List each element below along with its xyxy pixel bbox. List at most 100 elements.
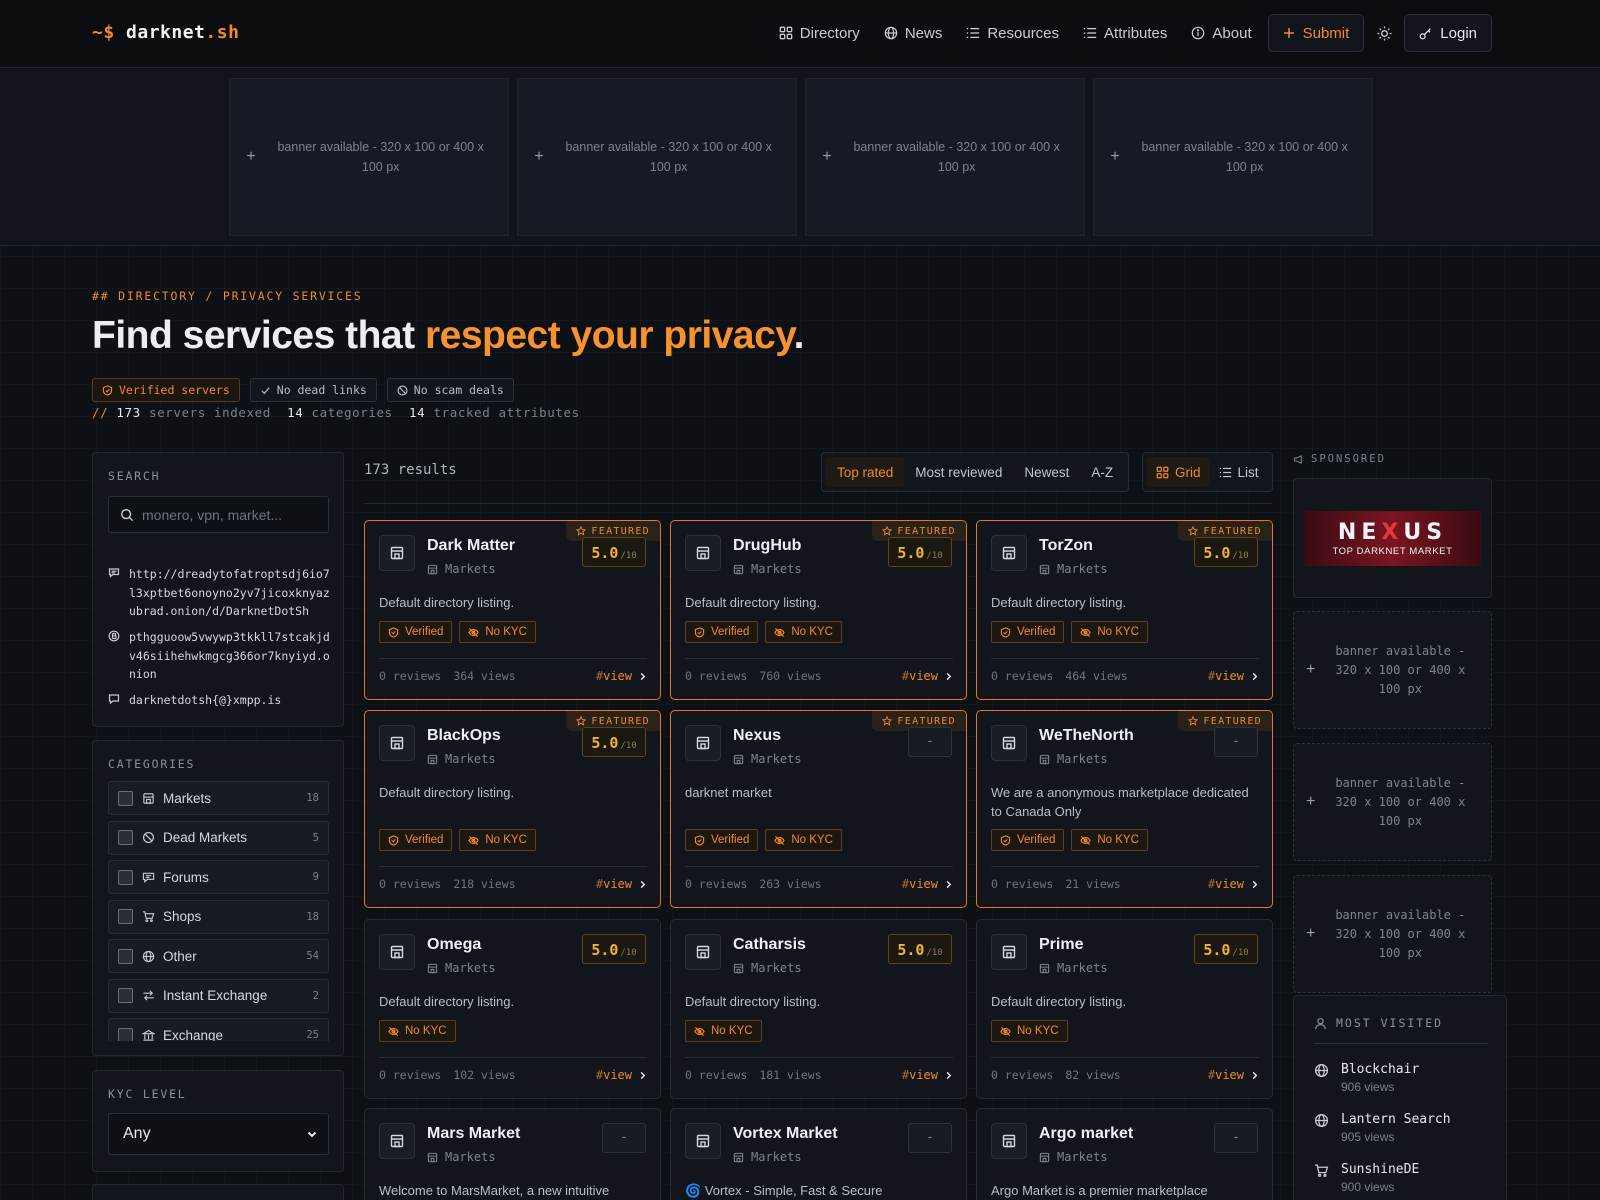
listing-card[interactable]: FEATURED DrugHub Markets 5.0/10 Default dire… [670,520,967,700]
category-checkbox[interactable] [118,869,133,885]
search-input[interactable] [142,506,322,523]
listing-title[interactable]: Catharsis [733,936,806,954]
listing-card[interactable]: Mars Market Markets - Welcome to MarsMarket… [364,1108,661,1200]
sort-a-z[interactable]: A-Z [1080,457,1124,487]
top-banner-slot[interactable]: + banner available - 320 x 100 or 400 x … [805,78,1085,236]
category-instant-exchange[interactable]: Instant Exchange 2 [108,978,329,1013]
category-checkbox[interactable] [118,1027,133,1041]
view-link[interactable]: #view [596,877,647,891]
view-link[interactable]: #view [1208,877,1259,891]
chevron-right-icon [640,1071,646,1079]
listing-category: Markets [733,961,802,975]
view-link[interactable]: #view [596,1068,647,1082]
category-checkbox[interactable] [118,790,133,806]
view-link[interactable]: #view [902,877,953,891]
site-logo[interactable]: ~$ darknet.sh [92,22,239,43]
contact-xmpp[interactable]: darknetdotsh{@}xmpp.is [108,691,333,710]
sponsored-ad-box: NEXUS TOP DARKNET MARKET [1293,478,1492,598]
listing-title[interactable]: Argo market [1039,1125,1133,1143]
most-visited-item[interactable]: SunshineDE 900 views [1314,1162,1419,1194]
sort-newest[interactable]: Newest [1013,457,1080,487]
theme-toggle-button[interactable] [1364,14,1404,52]
listing-icon [379,1123,415,1159]
sort-most-reviewed[interactable]: Most reviewed [904,457,1013,487]
category-dead-markets[interactable]: Dead Markets 5 [108,820,329,855]
listing-title[interactable]: TorZon [1039,537,1093,555]
listing-card[interactable]: Catharsis Markets 5.0/10 Default directory … [670,919,967,1099]
view-link[interactable]: #view [902,669,953,683]
category-shops[interactable]: Shops 18 [108,899,329,934]
star-icon [1188,716,1199,726]
listing-description: Default directory listing. [991,994,1127,1009]
most-visited-item[interactable]: Blockchair 906 views [1314,1062,1419,1094]
nexus-ad-banner[interactable]: NEXUS TOP DARKNET MARKET [1304,511,1481,566]
view-list-button[interactable]: List [1210,457,1268,487]
side-banner-slot[interactable]: + banner available - 320 x 100 or 400 x … [1293,743,1492,861]
most-visited-item[interactable]: Lantern Search 905 views [1314,1112,1451,1144]
nav-resources[interactable]: Resources [954,14,1071,52]
listing-title[interactable]: DrugHub [733,537,801,555]
nav-attributes[interactable]: Attributes [1071,14,1179,52]
listing-card[interactable]: Vortex Market Markets - 🌀 Vortex - Simple, … [670,1108,967,1200]
listing-title[interactable]: Vortex Market [733,1125,838,1143]
listing-title[interactable]: Nexus [733,727,781,745]
shield-icon [694,626,705,638]
listing-icon [379,934,415,970]
category-markets[interactable]: Markets 18 [108,781,329,815]
cart-icon [142,911,155,923]
listing-title[interactable]: Prime [1039,936,1083,954]
view-link[interactable]: #view [596,669,647,683]
listing-card[interactable]: Omega Markets 5.0/10 Default directory list… [364,919,661,1099]
category-checkbox[interactable] [118,948,133,964]
side-banner-slot[interactable]: + banner available - 320 x 100 or 400 x … [1293,611,1492,729]
page-title: Find services that respect your privacy. [92,314,804,357]
cart-icon [1315,1164,1329,1177]
view-link[interactable]: #view [1208,1068,1259,1082]
chevron-right-icon [946,672,952,680]
category-forums[interactable]: Forums 9 [108,860,329,894]
nav-news[interactable]: News [872,14,955,52]
listing-card[interactable]: FEATURED TorZon Markets 5.0/10 Default direc… [976,520,1273,700]
category-checkbox[interactable] [118,988,133,1003]
listing-title[interactable]: Dark Matter [427,537,515,555]
contact-onion[interactable]: pthgguoow5vwywp3tkkll7stcakjdv46siihehwk… [108,628,333,684]
score-badge: - [1214,1123,1258,1153]
category-checkbox[interactable] [118,830,133,845]
listing-card[interactable]: FEATURED Nexus Markets - darknet market Verif… [670,710,967,908]
top-banner-slot[interactable]: + banner available - 320 x 100 or 400 x … [229,78,509,236]
nav-directory[interactable]: Directory [767,14,872,52]
category-checkbox[interactable] [118,909,133,924]
contact-dread[interactable]: http://dreadytofatroptsdj6io7l3xptbet6on… [108,565,333,621]
category-exchange[interactable]: Exchange 25 [108,1018,329,1041]
sort-top-rated[interactable]: Top rated [826,457,905,487]
score-badge: 5.0/10 [582,537,646,567]
listing-card[interactable]: FEATURED Dark Matter Markets 5.0/10 Default … [364,520,661,700]
nav-about[interactable]: About [1179,14,1263,52]
listing-title[interactable]: Mars Market [427,1125,520,1143]
listing-card[interactable]: Prime Markets 5.0/10 Default directory list… [976,919,1273,1099]
listing-card[interactable]: Argo market Markets - Argo Market is a prem… [976,1108,1273,1200]
side-banner-slot[interactable]: + banner available - 320 x 100 or 400 x … [1293,875,1492,993]
store-icon [1002,1134,1016,1148]
listing-title[interactable]: BlackOps [427,727,501,745]
category-other[interactable]: Other 54 [108,939,329,973]
view-grid-button[interactable]: Grid [1147,457,1210,487]
store-icon [427,754,438,764]
view-link[interactable]: #view [902,1068,953,1082]
listing-card[interactable]: FEATURED WeTheNorth Markets - We are a anony… [976,710,1273,908]
view-link[interactable]: #view [1208,669,1259,683]
submit-button[interactable]: Submit [1267,14,1365,52]
listing-title[interactable]: WeTheNorth [1039,727,1134,745]
login-button[interactable]: Login [1404,14,1492,52]
search-field[interactable] [108,496,329,533]
forum-icon [142,872,155,883]
top-banner-slot[interactable]: + banner available - 320 x 100 or 400 x … [1093,78,1373,236]
store-icon [427,564,438,574]
listing-description: Default directory listing. [379,785,515,800]
listing-title[interactable]: Omega [427,936,481,954]
globe-icon [1314,1063,1329,1078]
kyc-level-select[interactable]: Any [108,1113,329,1155]
listing-card[interactable]: FEATURED BlackOps Markets 5.0/10 Default dir… [364,710,661,908]
top-banner-slot[interactable]: + banner available - 320 x 100 or 400 x … [517,78,797,236]
listing-tags: Verified No KYC [685,829,842,851]
